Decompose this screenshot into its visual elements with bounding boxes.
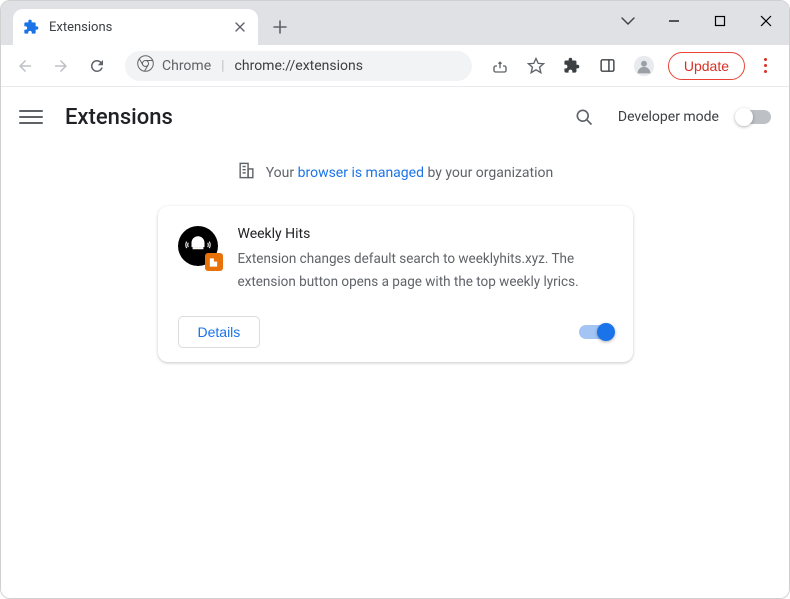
profile-button[interactable] — [628, 50, 660, 82]
extension-toggle[interactable] — [579, 325, 613, 339]
forward-button[interactable] — [45, 50, 77, 82]
share-button[interactable] — [484, 50, 516, 82]
search-button[interactable] — [568, 101, 600, 133]
managed-banner: Your browser is managed by your organiza… — [1, 147, 789, 206]
titlebar: Extensions — [1, 1, 789, 45]
maximize-button[interactable] — [697, 1, 743, 41]
browser-tab[interactable]: Extensions — [13, 9, 258, 45]
extension-name: Weekly Hits — [238, 226, 613, 242]
developer-mode-toggle[interactable] — [737, 110, 771, 124]
page-title: Extensions — [65, 105, 173, 130]
banner-text: Your browser is managed by your organiza… — [266, 165, 554, 181]
omni-path: chrome://extensions — [235, 58, 363, 74]
omni-scheme: Chrome — [162, 58, 211, 74]
managed-badge-icon — [205, 253, 223, 271]
tab-title: Extensions — [49, 20, 222, 35]
puzzle-icon — [23, 19, 39, 35]
tab-close-button[interactable] — [232, 19, 248, 35]
managed-link[interactable]: browser is managed — [298, 165, 424, 181]
back-button[interactable] — [9, 50, 41, 82]
close-window-button[interactable] — [743, 1, 789, 41]
sidepanel-button[interactable] — [592, 50, 624, 82]
tab-search-button[interactable] — [605, 1, 651, 41]
extension-description: Extension changes default search to week… — [238, 248, 613, 294]
browser-window: Extensions — [0, 0, 790, 599]
omnibox-separator: | — [221, 58, 224, 74]
new-tab-button[interactable] — [266, 13, 294, 41]
extension-card: Weekly Hits Extension changes default se… — [158, 206, 633, 362]
page-header: Extensions Developer mode — [1, 87, 789, 147]
window-controls — [605, 1, 789, 41]
building-icon — [237, 161, 256, 184]
chrome-logo-icon — [137, 55, 154, 76]
minimize-button[interactable] — [651, 1, 697, 41]
omnibox-content: Chrome | chrome://extensions — [162, 58, 363, 74]
address-bar[interactable]: Chrome | chrome://extensions — [125, 51, 472, 81]
page-content: Extensions Developer mode Your browser i… — [1, 87, 789, 598]
reload-button[interactable] — [81, 50, 113, 82]
update-button[interactable]: Update — [668, 52, 745, 80]
bookmark-button[interactable] — [520, 50, 552, 82]
details-button[interactable]: Details — [178, 316, 261, 348]
extension-icon — [178, 226, 218, 266]
menu-button[interactable] — [19, 105, 43, 129]
app-menu-button[interactable] — [749, 58, 781, 73]
extensions-button[interactable] — [556, 50, 588, 82]
developer-mode-label: Developer mode — [618, 109, 719, 125]
toolbar: Chrome | chrome://extensions Update — [1, 45, 789, 87]
